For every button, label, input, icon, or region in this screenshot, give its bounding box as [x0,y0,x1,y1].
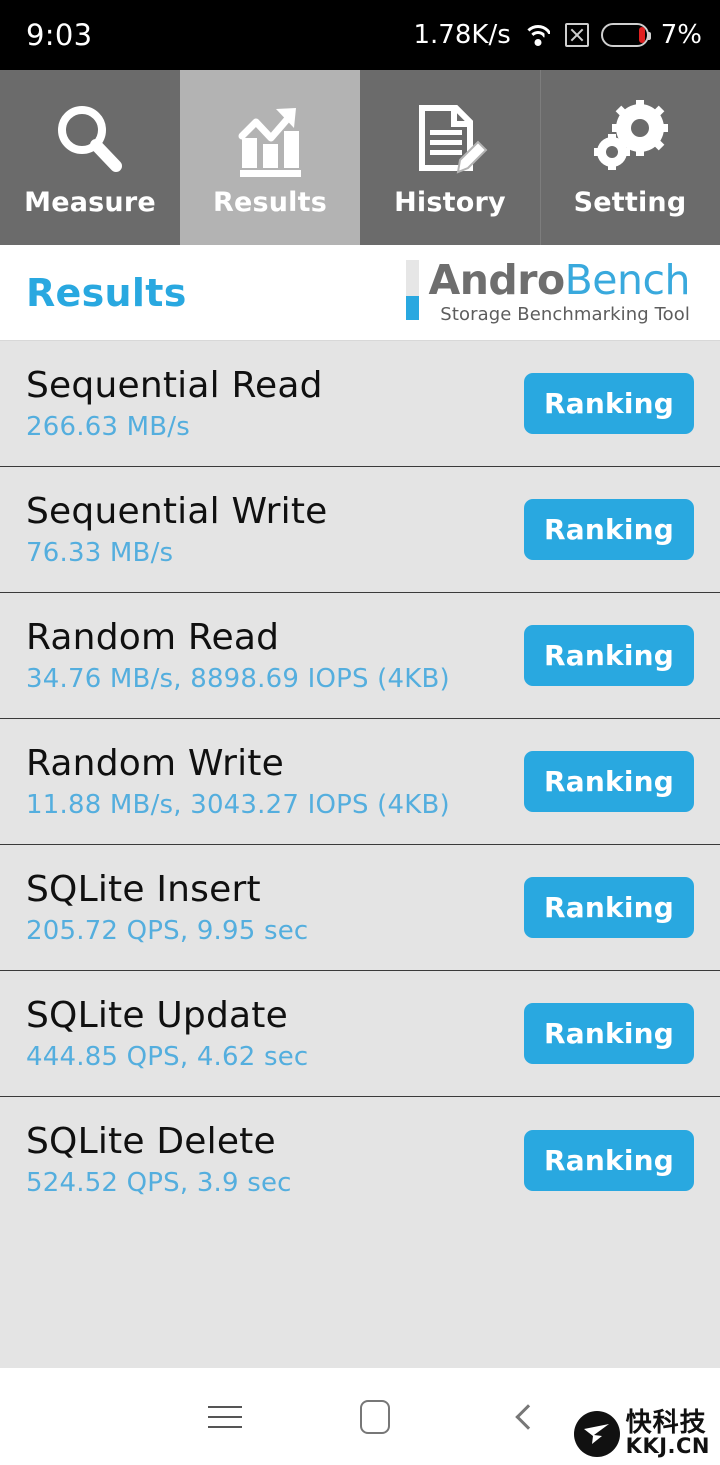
page-header: Results AndroBench Storage Benchmarking … [0,245,720,341]
ranking-button[interactable]: Ranking [524,751,694,812]
tab-bar: Measure Results History Setting [0,70,720,245]
results-list: Sequential Read 266.63 MB/s Ranking Sequ… [0,341,720,1368]
home-icon[interactable] [300,1368,450,1465]
row-title: Sequential Read [26,364,323,406]
tab-history-label: History [394,187,506,218]
menu-icon[interactable] [150,1368,300,1465]
androbench-logo: AndroBench Storage Benchmarking Tool [406,260,694,325]
ranking-button[interactable]: Ranking [524,373,694,434]
tab-measure[interactable]: Measure [0,70,180,245]
row-title: Random Write [26,742,284,784]
logo-andro: Andro [428,256,565,305]
logo-bench: Bench [564,256,691,305]
tab-measure-label: Measure [24,187,156,218]
tab-results[interactable]: Results [180,70,360,245]
ranking-button[interactable]: Ranking [524,499,694,560]
kkj-logo-icon [573,1410,620,1457]
row-texts: Sequential Read 266.63 MB/s [26,364,323,442]
logo-wordmark: AndroBench [428,260,690,301]
wifi-icon [522,23,553,47]
ranking-button[interactable]: Ranking [524,877,694,938]
row-title: SQLite Insert [26,868,261,910]
tab-results-label: Results [212,187,328,218]
table-row[interactable]: Random Read 34.76 MB/s, 8898.69 IOPS (4K… [0,593,720,719]
table-row[interactable]: SQLite Delete 524.52 QPS, 3.9 sec Rankin… [0,1097,720,1223]
magnifier-icon [48,97,132,183]
row-value: 444.85 QPS, 4.62 sec [26,1041,309,1072]
gears-icon [588,97,672,183]
logo-text: AndroBench Storage Benchmarking Tool [428,260,690,325]
logo-tagline: Storage Benchmarking Tool [440,303,690,325]
table-row[interactable]: Sequential Write 76.33 MB/s Ranking [0,467,720,593]
battery-fill [638,27,645,43]
row-value: 11.88 MB/s, 3043.27 IOPS (4KB) [26,789,450,820]
tab-setting[interactable]: Setting [540,70,720,245]
ranking-button[interactable]: Ranking [524,625,694,686]
battery-icon [600,23,651,47]
row-title: Sequential Write [26,490,328,532]
watermark-en: KKJ.CN [625,1434,710,1458]
status-bar: 9:03 1.78K/s 7% [0,0,720,70]
table-row[interactable]: Random Write 11.88 MB/s, 3043.27 IOPS (4… [0,719,720,845]
table-row[interactable]: SQLite Update 444.85 QPS, 4.62 sec Ranki… [0,971,720,1097]
row-texts: Sequential Write 76.33 MB/s [26,490,328,568]
document-pencil-icon [408,97,492,183]
battery-percent-text: 7% [660,20,702,50]
app-root: 9:03 1.78K/s 7% Measure Results History … [0,0,720,1465]
row-title: SQLite Update [26,994,288,1036]
row-texts: SQLite Delete 524.52 QPS, 3.9 sec [26,1121,292,1198]
row-texts: Random Read 34.76 MB/s, 8898.69 IOPS (4K… [26,616,450,694]
row-value: 524.52 QPS, 3.9 sec [26,1168,292,1198]
row-value: 34.76 MB/s, 8898.69 IOPS (4KB) [26,663,450,694]
table-row[interactable]: Sequential Read 266.63 MB/s Ranking [0,341,720,467]
android-nav-bar: 快科技 KKJ.CN [0,1368,720,1465]
ranking-button[interactable]: Ranking [524,1003,694,1064]
watermark-cn: 快科技 [625,1408,707,1438]
row-texts: SQLite Insert 205.72 QPS, 9.95 sec [26,868,309,946]
ranking-button[interactable]: Ranking [524,1129,694,1191]
watermark-text: 快科技 KKJ.CN [626,1410,710,1457]
row-title: Random Read [26,616,280,658]
row-value: 205.72 QPS, 9.95 sec [26,915,309,946]
tab-setting-label: Setting [573,187,687,218]
network-speed-text: 1.78K/s [413,20,511,50]
bar-chart-growth-icon [228,97,312,183]
watermark: 快科技 KKJ.CN [573,1410,710,1457]
row-texts: Random Write 11.88 MB/s, 3043.27 IOPS (4… [26,742,450,820]
row-value: 266.63 MB/s [26,411,191,442]
table-row[interactable]: SQLite Insert 205.72 QPS, 9.95 sec Ranki… [0,845,720,971]
row-texts: SQLite Update 444.85 QPS, 4.62 sec [26,994,309,1072]
logo-bar-icon [406,260,420,321]
no-sim-icon [564,23,589,47]
page-title: Results [26,270,187,315]
row-value: 76.33 MB/s [26,537,174,568]
tab-history[interactable]: History [360,70,540,245]
status-icons: 1.78K/s 7% [414,20,703,50]
row-title: SQLite Delete [26,1121,276,1162]
status-time: 9:03 [26,18,93,52]
